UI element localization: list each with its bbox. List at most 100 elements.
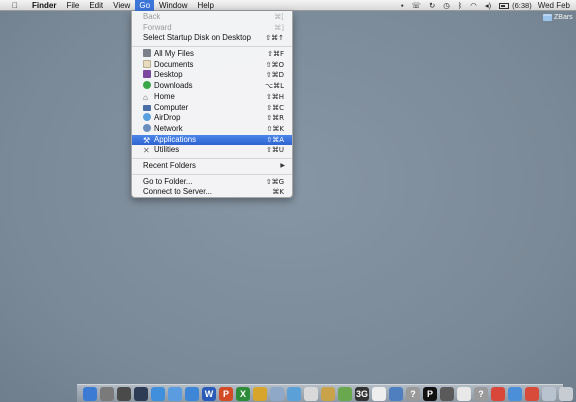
messenger-icon[interactable] xyxy=(253,386,267,401)
menu-go[interactable]: Go xyxy=(135,0,155,11)
downloads-stack-icon[interactable] xyxy=(542,386,556,401)
back-label: Back xyxy=(143,12,161,21)
menu-item-forward[interactable]: Forward ⌘] xyxy=(132,23,292,34)
clock[interactable]: Wed Feb xyxy=(538,0,570,11)
airdrop-shortcut: ⇧⌘R xyxy=(266,114,284,123)
forward-label: Forward xyxy=(143,22,172,32)
connect-server-label: Connect to Server... xyxy=(143,187,212,197)
applications-icon: ⚒ xyxy=(143,135,151,145)
mail-icon[interactable] xyxy=(508,386,522,401)
battery-time[interactable]: (6:38) xyxy=(512,0,532,11)
menu-item-home[interactable]: ⌂ Home ⇧⌘H xyxy=(132,92,292,103)
menu-item-select-startup-disk[interactable]: Select Startup Disk on Desktop ⇧⌘↑ xyxy=(132,33,292,44)
word-icon[interactable]: W xyxy=(202,386,216,401)
utilities-icon: ✕ xyxy=(143,146,150,156)
computer-shortcut: ⇧⌘C xyxy=(266,103,284,112)
computer-label: Computer xyxy=(154,102,189,112)
powerpoint-icon[interactable]: P xyxy=(219,386,233,401)
connect-server-shortcut: ⌘K xyxy=(272,188,284,197)
app-status-icon[interactable]: ▪ xyxy=(401,0,404,11)
photo-icon[interactable] xyxy=(287,386,301,401)
time-machine-icon[interactable]: ◷ xyxy=(443,0,450,11)
network-label: Network xyxy=(154,123,183,133)
menu-item-airdrop[interactable]: AirDrop ⇧⌘R xyxy=(132,113,292,124)
menu-item-desktop[interactable]: Desktop ⇧⌘D xyxy=(132,70,292,81)
textedit-icon[interactable] xyxy=(304,386,318,401)
documents-shortcut: ⇧⌘O xyxy=(265,60,284,69)
menu-file[interactable]: File xyxy=(61,0,84,11)
menu-item-applications[interactable]: ⚒ Applications ⇧⌘A xyxy=(132,134,292,146)
recent-folders-label: Recent Folders xyxy=(143,160,196,170)
menu-separator xyxy=(132,173,292,175)
help-2-icon[interactable]: ? xyxy=(474,386,488,401)
preview-icon[interactable] xyxy=(270,386,284,401)
menu-item-utilities[interactable]: ✕ Utilities ⇧⌘U xyxy=(132,145,292,156)
applications-shortcut: ⇧⌘A xyxy=(266,135,284,144)
folder-icon xyxy=(543,14,552,21)
airdrop-label: AirDrop xyxy=(154,113,181,123)
status-area: ▪ ☏ ↻ ◷ ᛒ ◠ ◂) (6:38) Wed Feb xyxy=(393,0,576,11)
menu-help[interactable]: Help xyxy=(192,0,218,11)
desktop-icon xyxy=(143,70,151,79)
home-icon: ⌂ xyxy=(143,92,148,102)
help-icon[interactable]: ? xyxy=(406,386,420,401)
3g-modem-icon[interactable]: 3G xyxy=(355,386,369,401)
menu-item-documents[interactable]: Documents ⇧⌘O xyxy=(132,59,292,71)
menu-item-connect-to-server[interactable]: Connect to Server... ⌘K xyxy=(132,187,292,198)
menu-item-computer[interactable]: Computer ⇧⌘C xyxy=(132,103,292,114)
maps-icon[interactable] xyxy=(338,386,352,401)
safari-icon[interactable] xyxy=(151,386,165,401)
mission-control-icon[interactable] xyxy=(117,386,131,401)
excel-icon[interactable]: X xyxy=(236,386,250,401)
battery-icon[interactable] xyxy=(499,2,510,9)
home-label: Home xyxy=(154,91,175,101)
go-to-folder-label: Go to Folder... xyxy=(143,176,193,186)
documents-label: Documents xyxy=(154,59,194,69)
home-shortcut: ⇧⌘H xyxy=(265,92,284,101)
utilities-shortcut: ⇧⌘U xyxy=(266,146,284,155)
menu-item-back[interactable]: Back ⌘[ xyxy=(132,12,292,23)
downloads-shortcut: ⌥⌘L xyxy=(265,82,284,91)
downloads-icon xyxy=(143,81,151,90)
utilities-label: Utilities xyxy=(154,145,180,155)
photos-icon[interactable] xyxy=(321,386,335,401)
menu-item-recent-folders[interactable]: Recent Folders ▶ xyxy=(132,161,292,172)
menu-finder[interactable]: Finder xyxy=(21,0,61,11)
dashboard-icon[interactable] xyxy=(134,386,148,401)
xcode-icon[interactable] xyxy=(389,386,403,401)
menu-item-network[interactable]: Network ⇧⌘K xyxy=(132,123,292,135)
network-icon xyxy=(143,123,151,132)
wifi-icon[interactable]: ◠ xyxy=(470,0,477,11)
sync-icon[interactable]: ↻ xyxy=(429,0,435,11)
app-store-icon[interactable] xyxy=(185,386,199,401)
menu-item-downloads[interactable]: Downloads ⌥⌘L xyxy=(132,81,292,92)
menu-item-go-to-folder[interactable]: Go to Folder... ⇧⌘G xyxy=(132,177,292,188)
desktop-folder[interactable]: ZBars xyxy=(543,14,573,21)
downloads-label: Downloads xyxy=(154,81,193,91)
finder-icon[interactable] xyxy=(83,386,97,401)
menu-edit[interactable]: Edit xyxy=(84,0,108,11)
all-my-files-shortcut: ⇧⌘F xyxy=(267,50,284,59)
menu-separator xyxy=(132,46,292,48)
stickies-icon[interactable] xyxy=(525,386,539,401)
chrome-icon[interactable] xyxy=(491,386,505,401)
launchpad-icon[interactable] xyxy=(100,386,114,401)
documents-icon xyxy=(143,59,151,68)
apple-menu-icon[interactable]:  xyxy=(9,0,21,11)
airdrop-icon xyxy=(143,113,151,122)
menu-separator xyxy=(132,157,292,159)
phone-status-icon[interactable]: ☏ xyxy=(412,0,421,11)
notes-icon[interactable] xyxy=(457,386,471,401)
calendar-icon[interactable] xyxy=(372,386,386,401)
menu-window[interactable]: Window xyxy=(154,0,192,11)
startup-label: Select Startup Disk on Desktop xyxy=(143,33,251,43)
itunes-icon[interactable] xyxy=(168,386,182,401)
trash-icon[interactable] xyxy=(559,386,573,401)
system-prefs-icon[interactable] xyxy=(440,386,454,401)
menu-item-all-my-files[interactable]: All My Files ⇧⌘F xyxy=(132,49,292,60)
volume-icon[interactable]: ◂) xyxy=(485,0,491,11)
pages-icon[interactable]: P xyxy=(423,386,437,401)
all-files-icon xyxy=(143,49,151,58)
menu-view[interactable]: View xyxy=(108,0,135,11)
bluetooth-icon[interactable]: ᛒ xyxy=(458,0,463,11)
